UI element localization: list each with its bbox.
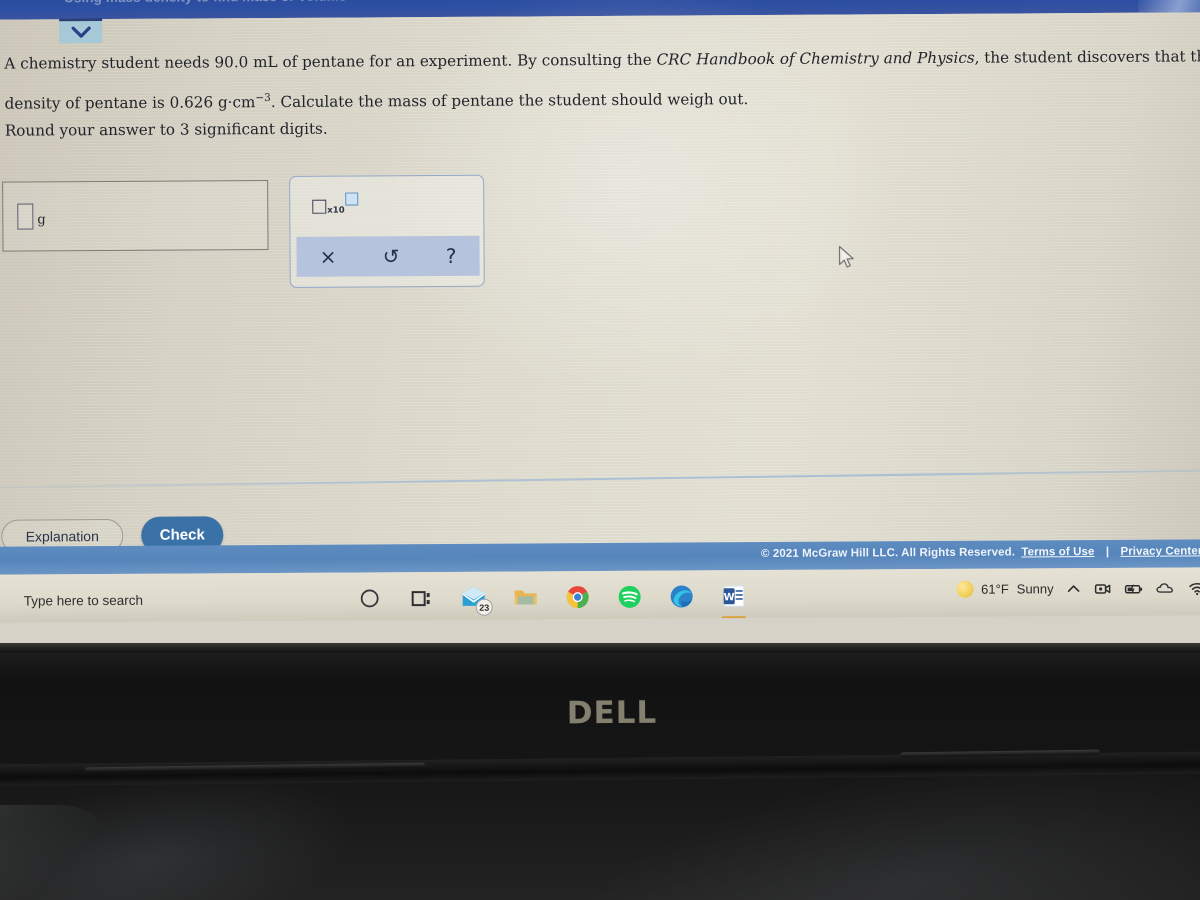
- mail-icon[interactable]: 23: [460, 584, 493, 616]
- app-header-title: Using mass density to find mass or volum…: [64, 0, 347, 5]
- question-line-2: density of pentane is 0.626 g·cm−3. Calc…: [5, 76, 1180, 123]
- taskbar-search-input[interactable]: Type here to search: [24, 593, 143, 609]
- undo-button[interactable]: ↺: [375, 244, 408, 268]
- question-line1-part1: A chemistry student needs 90.0 mL of pen…: [4, 50, 657, 73]
- laptop-screen: Using mass density to find mass or volum…: [0, 0, 1200, 650]
- answer-input[interactable]: g: [2, 180, 269, 252]
- cortana-circle-icon[interactable]: [356, 584, 384, 612]
- weather-condition: Sunny: [1016, 581, 1054, 597]
- copyright-text: © 2021 McGraw Hill LLC. All Rights Reser…: [760, 546, 1016, 561]
- rounding-instruction: Round your answer to 3 significant digit…: [4, 119, 328, 140]
- reference-title: CRC Handbook of Chemistry and Physics: [656, 48, 975, 69]
- bezel-top-edge: [0, 643, 1200, 653]
- density-exponent: −3: [255, 91, 271, 105]
- question-line2-part2: . Calculate the mass of pentane the stud…: [270, 90, 749, 112]
- weather-widget[interactable]: 61°F Sunny: [956, 580, 1054, 598]
- screen-glare: [1137, 0, 1200, 13]
- sci-x10-label: x10: [327, 205, 345, 216]
- deck-reflection-right: [546, 710, 1200, 900]
- svg-text:W: W: [724, 592, 735, 603]
- question-line2-part1: density of pentane is 0.626 g·cm: [4, 93, 256, 113]
- mail-unread-badge: 23: [475, 598, 493, 616]
- answer-placeholder-box[interactable]: [17, 203, 34, 230]
- weather-temperature: 61°F: [981, 581, 1009, 597]
- chevron-up-icon[interactable]: [1066, 581, 1082, 597]
- terms-of-use-link[interactable]: Terms of Use: [1021, 546, 1094, 558]
- footer-content: © 2021 McGraw Hill LLC. All Rights Reser…: [761, 545, 1200, 560]
- file-explorer-icon[interactable]: [512, 583, 540, 611]
- windows-taskbar: Type here to search 23 W 61°F Sunny: [0, 567, 1200, 623]
- question-line1-part2: , the student discovers that the: [974, 47, 1200, 67]
- calculator-action-bar: × ↺ ?: [296, 235, 480, 277]
- clear-button[interactable]: ×: [312, 245, 345, 269]
- chrome-icon[interactable]: [564, 583, 592, 611]
- battery-icon[interactable]: [1124, 580, 1144, 596]
- camera-icon[interactable]: [1094, 580, 1112, 596]
- sci-mantissa-box: [312, 199, 327, 214]
- math-tool-palette: x10 × ↺ ?: [289, 174, 485, 288]
- word-active-indicator: [721, 615, 746, 619]
- taskbar-pinned-icons: 23 W: [356, 582, 748, 619]
- task-view-icon[interactable]: [408, 584, 436, 612]
- sun-icon: [956, 580, 974, 598]
- question-line-1: A chemistry student needs 90.0 mL of pen…: [4, 36, 1200, 83]
- help-button[interactable]: ?: [438, 244, 465, 268]
- wifi-icon[interactable]: [1188, 580, 1200, 596]
- dell-brand-logo: DELL: [566, 694, 658, 732]
- edge-icon[interactable]: [668, 582, 696, 610]
- chevron-down-icon: [71, 26, 91, 39]
- sci-exponent-box: [345, 192, 359, 206]
- footer-separator: |: [1105, 545, 1110, 558]
- answer-unit-label: g: [37, 212, 46, 228]
- question-text: A chemistry student needs 90.0 mL of pen…: [4, 36, 1200, 123]
- spotify-icon[interactable]: [616, 583, 644, 611]
- cloud-icon[interactable]: [1156, 581, 1176, 596]
- privacy-center-link[interactable]: Privacy Center: [1120, 545, 1200, 558]
- laptop-bezel: DELL: [0, 643, 1200, 900]
- laptop-photo: Using mass density to find mass or volum…: [0, 0, 1200, 900]
- scientific-notation-button[interactable]: x10: [312, 192, 359, 216]
- word-icon[interactable]: W: [720, 582, 748, 619]
- system-tray: 61°F Sunny: [956, 579, 1200, 598]
- collapse-toggle-button[interactable]: [59, 18, 103, 44]
